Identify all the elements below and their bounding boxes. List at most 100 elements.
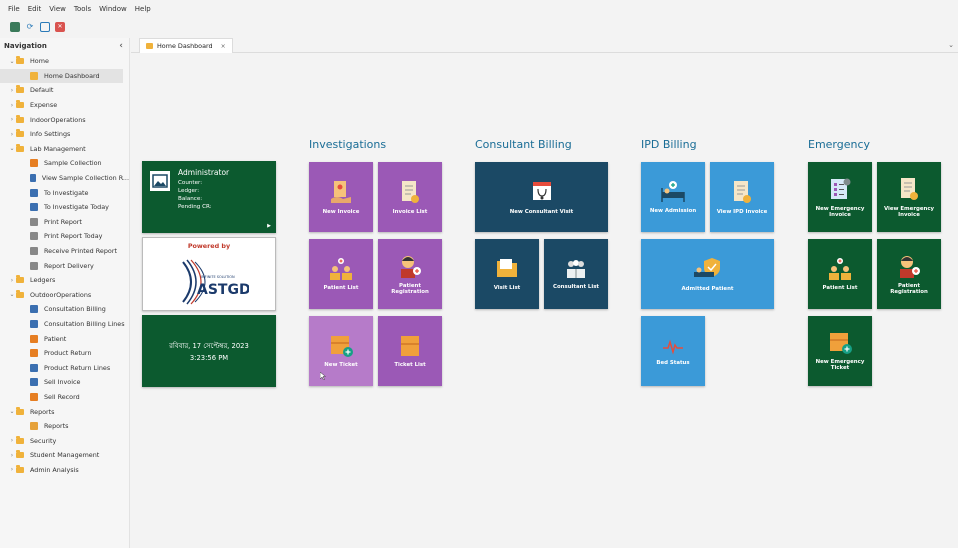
nav-item-home-dashboard[interactable]: Home Dashboard	[0, 68, 123, 84]
chevron-down-icon[interactable]: ⌄	[8, 145, 16, 152]
menu-tools[interactable]: Tools	[74, 5, 91, 13]
nav-item-product-return[interactable]: Product Return	[0, 346, 129, 361]
refresh-icon[interactable]: ⟳	[25, 22, 35, 32]
nav-item-reports[interactable]: Reports	[0, 419, 129, 434]
user-photo-icon	[150, 171, 170, 191]
menu-view[interactable]: View	[49, 5, 66, 13]
menu-window[interactable]: Window	[99, 5, 127, 13]
nav-item-sample-collection[interactable]: Sample Collection	[0, 156, 129, 171]
calendar-stethoscope-icon	[532, 181, 551, 200]
nav-item-print-report-today[interactable]: Print Report Today	[0, 229, 129, 244]
heartbeat-icon	[663, 339, 683, 355]
consultant-list-tile[interactable]: Consultant List	[544, 239, 608, 309]
view-ipd-invoice-tile[interactable]: View IPD Invoice	[710, 162, 774, 232]
tab-home-dashboard[interactable]: Home Dashboard ×	[139, 38, 233, 53]
chevron-right-icon[interactable]: ›	[8, 437, 16, 444]
chevron-right-icon[interactable]: ›	[8, 131, 16, 138]
new-ticket-tile[interactable]: New Ticket	[309, 316, 373, 386]
chevron-right-icon[interactable]: ›	[8, 452, 16, 459]
menu-edit[interactable]: Edit	[28, 5, 42, 13]
export-icon[interactable]	[40, 22, 50, 32]
ticket-list-tile[interactable]: Ticket List	[378, 316, 442, 386]
admitted-patient-tile[interactable]: Admitted Patient	[641, 239, 774, 309]
nav-item-label: Report Delivery	[44, 261, 94, 270]
nav-item-to-investigate-today[interactable]: To Investigate Today	[0, 200, 129, 215]
new-admission-tile[interactable]: New Admission	[641, 162, 705, 232]
patient-list-tile-investigations[interactable]: Patient List	[309, 239, 373, 309]
nav-item-consultation-billing[interactable]: Consultation Billing	[0, 302, 129, 317]
nav-item-label: To Investigate	[44, 188, 89, 197]
patient-registration-tile-emergency[interactable]: Patient Registration	[877, 239, 941, 309]
nav-item-security[interactable]: › Security	[0, 433, 129, 448]
image-icon[interactable]	[10, 22, 20, 32]
nav-item-print-report[interactable]: Print Report	[0, 215, 129, 230]
logo-tagline: INFINITE SOLUTION	[201, 275, 235, 279]
nav-item-admin-analysis[interactable]: › Admin Analysis	[0, 463, 129, 478]
nav-item-label: Reports	[30, 407, 55, 416]
person-icon	[30, 305, 38, 314]
collapse-navigation-icon[interactable]: ‹	[119, 41, 123, 51]
visit-list-tile[interactable]: Visit List	[475, 239, 539, 309]
mouse-cursor-icon	[320, 372, 326, 380]
chevron-right-icon[interactable]: ›	[8, 466, 16, 473]
invoice-list-icon	[402, 180, 419, 203]
nav-item-ledgers[interactable]: › Ledgers	[0, 273, 129, 288]
expand-arrow-icon[interactable]: ▶	[267, 223, 271, 229]
nav-item-home[interactable]: ⌄ Home	[0, 54, 129, 69]
tab-close-icon[interactable]: ×	[221, 43, 226, 50]
new-admission-label: New Admission	[649, 207, 697, 214]
new-emergency-ticket-tile[interactable]: New Emergency Ticket	[808, 316, 872, 386]
nav-item-to-investigate[interactable]: To Investigate	[0, 185, 129, 200]
menu-file[interactable]: File	[8, 5, 20, 13]
nav-item-consultation-billing-lines[interactable]: Consultation Billing Lines	[0, 317, 129, 332]
chevron-right-icon[interactable]: ›	[8, 102, 16, 109]
new-emergency-invoice-tile[interactable]: New Emergency Invoice	[808, 162, 872, 232]
new-consultant-visit-tile[interactable]: New Consultant Visit	[475, 162, 608, 232]
nav-item-product-return-lines[interactable]: Product Return Lines	[0, 360, 129, 375]
consultant-list-label: Consultant List	[553, 283, 599, 290]
nav-item-view-sample-collection-r[interactable]: View Sample Collection R...	[0, 171, 129, 186]
tab-bar: Home Dashboard × ⌄	[131, 38, 958, 53]
nav-item-sell-record[interactable]: Sell Record	[0, 390, 129, 405]
chevron-down-icon[interactable]: ⌄	[8, 408, 16, 415]
nav-item-reports[interactable]: ⌄ Reports	[0, 404, 129, 419]
nav-item-outdooroperations[interactable]: ⌄ OutdoorOperations	[0, 288, 129, 303]
current-date: রবিবার, 17 সেপ্টেম্বর, 2023	[169, 342, 249, 350]
folder-icon	[16, 100, 24, 109]
emergency-invoice-list-icon	[901, 177, 918, 200]
investigations-title: Investigations	[309, 138, 387, 151]
nav-item-label: Consultation Billing Lines	[44, 319, 125, 328]
consultant-billing-title: Consultant Billing	[475, 138, 572, 151]
menu-help[interactable]: Help	[135, 5, 151, 13]
folder-icon	[16, 275, 24, 284]
patient-list-tile-emergency[interactable]: Patient List	[808, 239, 872, 309]
view-emergency-invoice-tile[interactable]: View Emergency Invoice	[877, 162, 941, 232]
close-icon[interactable]: ✕	[55, 22, 65, 32]
tab-dropdown-icon[interactable]: ⌄	[948, 41, 954, 49]
invoice-list-tile[interactable]: Invoice List	[378, 162, 442, 232]
nav-item-sell-invoice[interactable]: Sell Invoice	[0, 375, 129, 390]
chevron-right-icon[interactable]: ›	[8, 87, 16, 94]
nav-item-default[interactable]: › Default	[0, 83, 129, 98]
chevron-down-icon[interactable]: ⌄	[8, 291, 16, 298]
bed-status-label: Bed Status	[656, 359, 690, 366]
nav-item-report-delivery[interactable]: Report Delivery	[0, 258, 129, 273]
administrator-card[interactable]: Administrator Counter: Ledger: Balance: …	[142, 161, 276, 233]
bed-status-tile[interactable]: Bed Status	[641, 316, 705, 386]
nav-item-receive-printed-report[interactable]: Receive Printed Report	[0, 244, 129, 259]
nav-item-patient[interactable]: Patient	[0, 331, 129, 346]
new-invoice-tile[interactable]: New Invoice	[309, 162, 373, 232]
chevron-right-icon[interactable]: ›	[8, 277, 16, 284]
nav-item-indooroperations[interactable]: › IndoorOperations	[0, 112, 129, 127]
patient-registration-tile-investigations[interactable]: Patient Registration	[378, 239, 442, 309]
new-emergency-invoice-label: New Emergency Invoice	[815, 205, 865, 218]
nav-item-info-settings[interactable]: › Info Settings	[0, 127, 129, 142]
chevron-right-icon[interactable]: ›	[8, 116, 16, 123]
nav-item-student-management[interactable]: › Student Management	[0, 448, 129, 463]
nav-item-expense[interactable]: › Expense	[0, 98, 129, 113]
chevron-down-icon[interactable]: ⌄	[8, 58, 16, 65]
emergency-registration-label: Patient Registration	[890, 282, 928, 295]
patient-registration-icon	[401, 255, 421, 278]
nav-item-lab-management[interactable]: ⌄ Lab Management	[0, 142, 129, 157]
emergency-patient-list-label: Patient List	[822, 284, 858, 291]
